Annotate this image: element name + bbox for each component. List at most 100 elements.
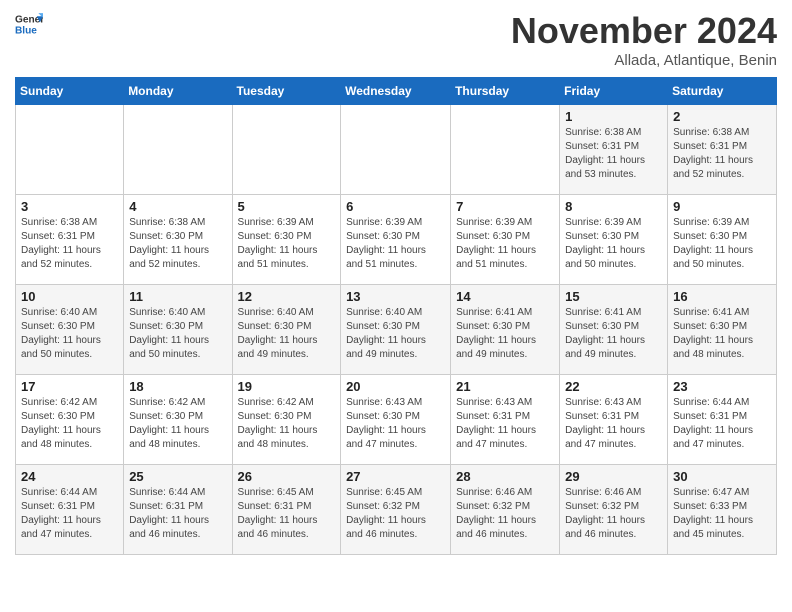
calendar-cell: 19 Sunrise: 6:42 AM Sunset: 6:30 PM Dayli… [232, 375, 341, 465]
day-info: Sunrise: 6:43 AM Sunset: 6:31 PM Dayligh… [565, 396, 662, 452]
calendar-cell: 8 Sunrise: 6:39 AM Sunset: 6:30 PM Daylig… [560, 195, 668, 285]
day-info: Sunrise: 6:41 AM Sunset: 6:30 PM Dayligh… [565, 306, 662, 362]
calendar-cell: 14 Sunrise: 6:41 AM Sunset: 6:30 PM Dayli… [451, 285, 560, 375]
calendar-cell: 11 Sunrise: 6:40 AM Sunset: 6:30 PM Dayli… [124, 285, 232, 375]
day-number: 16 [673, 289, 771, 304]
day-number: 18 [129, 379, 226, 394]
calendar-cell: 7 Sunrise: 6:39 AM Sunset: 6:30 PM Daylig… [451, 195, 560, 285]
calendar-cell [16, 105, 124, 195]
week-row-1: 1 Sunrise: 6:38 AM Sunset: 6:31 PM Daylig… [16, 105, 777, 195]
calendar-cell: 25 Sunrise: 6:44 AM Sunset: 6:31 PM Dayli… [124, 465, 232, 555]
calendar-cell: 5 Sunrise: 6:39 AM Sunset: 6:30 PM Daylig… [232, 195, 341, 285]
calendar-cell: 13 Sunrise: 6:40 AM Sunset: 6:30 PM Dayli… [341, 285, 451, 375]
day-number: 29 [565, 469, 662, 484]
day-info: Sunrise: 6:42 AM Sunset: 6:30 PM Dayligh… [21, 396, 118, 452]
calendar-cell [451, 105, 560, 195]
day-number: 25 [129, 469, 226, 484]
title-block: November 2024 Allada, Atlantique, Benin [511, 10, 777, 69]
calendar-cell: 30 Sunrise: 6:47 AM Sunset: 6:33 PM Dayli… [668, 465, 777, 555]
calendar-cell [124, 105, 232, 195]
calendar-table: SundayMondayTuesdayWednesdayThursdayFrid… [15, 77, 777, 555]
calendar-cell [341, 105, 451, 195]
logo-icon: General Blue [15, 10, 43, 38]
calendar-cell: 2 Sunrise: 6:38 AM Sunset: 6:31 PM Daylig… [668, 105, 777, 195]
day-info: Sunrise: 6:45 AM Sunset: 6:32 PM Dayligh… [346, 486, 445, 542]
day-info: Sunrise: 6:38 AM Sunset: 6:31 PM Dayligh… [565, 126, 662, 182]
weekday-header-friday: Friday [560, 78, 668, 105]
page-header: General Blue November 2024 Allada, Atlan… [15, 10, 777, 69]
day-info: Sunrise: 6:44 AM Sunset: 6:31 PM Dayligh… [129, 486, 226, 542]
day-info: Sunrise: 6:39 AM Sunset: 6:30 PM Dayligh… [673, 216, 771, 272]
day-number: 6 [346, 199, 445, 214]
weekday-header-sunday: Sunday [16, 78, 124, 105]
day-info: Sunrise: 6:44 AM Sunset: 6:31 PM Dayligh… [673, 396, 771, 452]
svg-text:Blue: Blue [15, 25, 37, 36]
day-info: Sunrise: 6:46 AM Sunset: 6:32 PM Dayligh… [565, 486, 662, 542]
day-info: Sunrise: 6:41 AM Sunset: 6:30 PM Dayligh… [673, 306, 771, 362]
calendar-cell: 16 Sunrise: 6:41 AM Sunset: 6:30 PM Dayli… [668, 285, 777, 375]
weekday-header-row: SundayMondayTuesdayWednesdayThursdayFrid… [16, 78, 777, 105]
weekday-header-monday: Monday [124, 78, 232, 105]
day-number: 22 [565, 379, 662, 394]
day-info: Sunrise: 6:45 AM Sunset: 6:31 PM Dayligh… [238, 486, 336, 542]
calendar-cell: 3Sunrise: 6:38 AM Sunset: 6:31 PM Daylig… [16, 195, 124, 285]
calendar-cell: 6 Sunrise: 6:39 AM Sunset: 6:30 PM Daylig… [341, 195, 451, 285]
weekday-header-thursday: Thursday [451, 78, 560, 105]
calendar-cell: 10 Sunrise: 6:40 AM Sunset: 6:30 PM Dayli… [16, 285, 124, 375]
day-number: 28 [456, 469, 554, 484]
week-row-3: 10 Sunrise: 6:40 AM Sunset: 6:30 PM Dayli… [16, 285, 777, 375]
day-number: 11 [129, 289, 226, 304]
day-number: 7 [456, 199, 554, 214]
calendar-cell: 27Sunrise: 6:45 AM Sunset: 6:32 PM Dayli… [341, 465, 451, 555]
day-info: Sunrise: 6:41 AM Sunset: 6:30 PM Dayligh… [456, 306, 554, 362]
location-title: Allada, Atlantique, Benin [511, 52, 777, 69]
day-info: Sunrise: 6:39 AM Sunset: 6:30 PM Dayligh… [565, 216, 662, 272]
day-number: 4 [129, 199, 226, 214]
day-info: Sunrise: 6:43 AM Sunset: 6:31 PM Dayligh… [456, 396, 554, 452]
calendar-cell: 21 Sunrise: 6:43 AM Sunset: 6:31 PM Dayli… [451, 375, 560, 465]
day-number: 21 [456, 379, 554, 394]
calendar-cell: 29 Sunrise: 6:46 AM Sunset: 6:32 PM Dayli… [560, 465, 668, 555]
day-info: Sunrise: 6:40 AM Sunset: 6:30 PM Dayligh… [21, 306, 118, 362]
day-number: 10 [21, 289, 118, 304]
calendar-cell [232, 105, 341, 195]
day-number: 1 [565, 109, 662, 124]
day-info: Sunrise: 6:40 AM Sunset: 6:30 PM Dayligh… [346, 306, 445, 362]
weekday-header-wednesday: Wednesday [341, 78, 451, 105]
calendar-cell: 28Sunrise: 6:46 AM Sunset: 6:32 PM Dayli… [451, 465, 560, 555]
calendar-cell: 1 Sunrise: 6:38 AM Sunset: 6:31 PM Daylig… [560, 105, 668, 195]
week-row-2: 3Sunrise: 6:38 AM Sunset: 6:31 PM Daylig… [16, 195, 777, 285]
calendar-cell: 12Sunrise: 6:40 AM Sunset: 6:30 PM Dayli… [232, 285, 341, 375]
day-info: Sunrise: 6:38 AM Sunset: 6:30 PM Dayligh… [129, 216, 226, 272]
day-number: 19 [238, 379, 336, 394]
calendar-cell: 4 Sunrise: 6:38 AM Sunset: 6:30 PM Daylig… [124, 195, 232, 285]
day-number: 3 [21, 199, 118, 214]
day-info: Sunrise: 6:42 AM Sunset: 6:30 PM Dayligh… [238, 396, 336, 452]
day-number: 2 [673, 109, 771, 124]
day-info: Sunrise: 6:42 AM Sunset: 6:30 PM Dayligh… [129, 396, 226, 452]
calendar-cell: 26Sunrise: 6:45 AM Sunset: 6:31 PM Dayli… [232, 465, 341, 555]
day-info: Sunrise: 6:39 AM Sunset: 6:30 PM Dayligh… [238, 216, 336, 272]
day-info: Sunrise: 6:47 AM Sunset: 6:33 PM Dayligh… [673, 486, 771, 542]
day-info: Sunrise: 6:39 AM Sunset: 6:30 PM Dayligh… [346, 216, 445, 272]
day-number: 23 [673, 379, 771, 394]
week-row-5: 24 Sunrise: 6:44 AM Sunset: 6:31 PM Dayli… [16, 465, 777, 555]
week-row-4: 17 Sunrise: 6:42 AM Sunset: 6:30 PM Dayli… [16, 375, 777, 465]
day-info: Sunrise: 6:40 AM Sunset: 6:30 PM Dayligh… [129, 306, 226, 362]
day-number: 13 [346, 289, 445, 304]
calendar-cell: 23 Sunrise: 6:44 AM Sunset: 6:31 PM Dayli… [668, 375, 777, 465]
calendar-cell: 18 Sunrise: 6:42 AM Sunset: 6:30 PM Dayli… [124, 375, 232, 465]
day-number: 17 [21, 379, 118, 394]
calendar-cell: 20Sunrise: 6:43 AM Sunset: 6:30 PM Dayli… [341, 375, 451, 465]
day-number: 5 [238, 199, 336, 214]
day-number: 12 [238, 289, 336, 304]
day-number: 30 [673, 469, 771, 484]
calendar-cell: 9 Sunrise: 6:39 AM Sunset: 6:30 PM Daylig… [668, 195, 777, 285]
day-number: 9 [673, 199, 771, 214]
day-number: 14 [456, 289, 554, 304]
day-info: Sunrise: 6:38 AM Sunset: 6:31 PM Dayligh… [673, 126, 771, 182]
day-info: Sunrise: 6:39 AM Sunset: 6:30 PM Dayligh… [456, 216, 554, 272]
day-number: 8 [565, 199, 662, 214]
calendar-cell: 22 Sunrise: 6:43 AM Sunset: 6:31 PM Dayli… [560, 375, 668, 465]
day-number: 24 [21, 469, 118, 484]
